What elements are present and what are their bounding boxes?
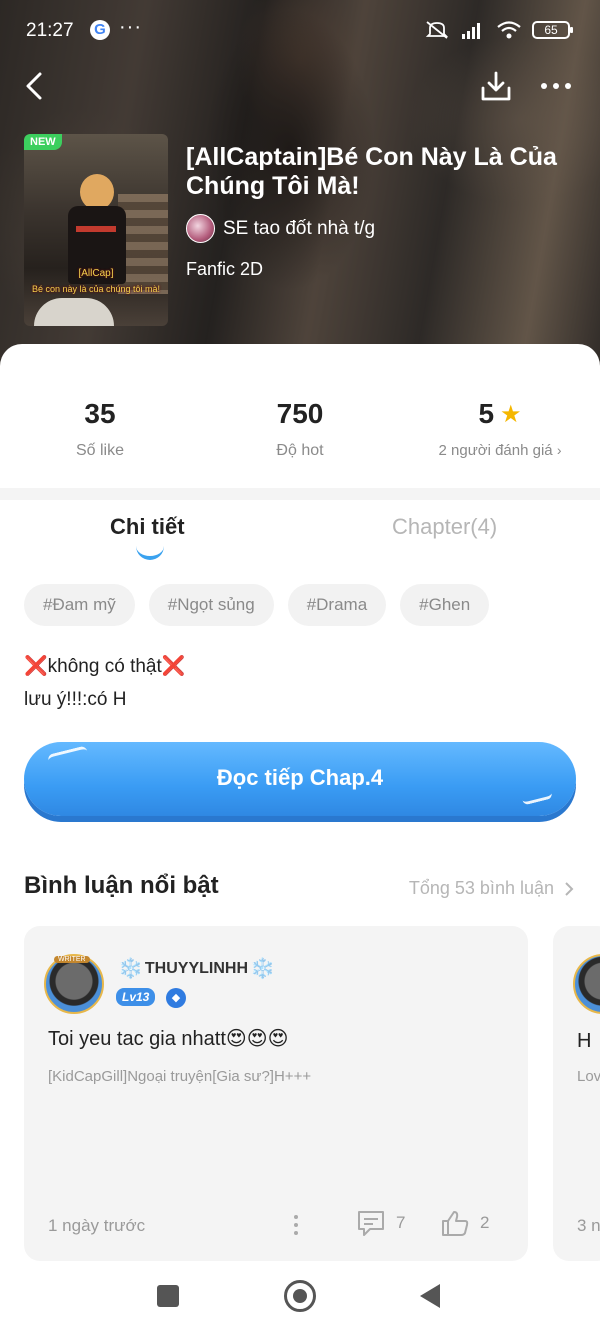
reply-button[interactable]: 7	[356, 1209, 405, 1237]
new-badge: NEW	[24, 134, 62, 150]
cover-sink	[34, 298, 114, 326]
stat-rating[interactable]: 5 ★ 2 người đánh giá ›	[400, 398, 600, 459]
stat-likes: 35 Số like	[0, 398, 200, 460]
download-icon[interactable]	[478, 68, 514, 104]
tab-indicator	[136, 546, 164, 560]
comment-reference-peek: Lov	[577, 1068, 600, 1085]
tab-bar: Chi tiết Chapter(4)	[0, 500, 600, 564]
stats-row: 35 Số like 750 Độ hot 5 ★ 2 người đánh g…	[0, 344, 600, 488]
cross-mark-icon: ❌	[24, 656, 48, 677]
mute-icon	[425, 21, 449, 39]
battery-icon: 65	[532, 21, 573, 39]
back-button[interactable]	[22, 68, 52, 104]
tag-ngot-sung[interactable]: #Ngọt sủng	[148, 584, 274, 626]
more-options-icon[interactable]	[536, 68, 576, 104]
cover-subtitle-text: Bé con này là của chúng tôi mà!	[31, 284, 161, 294]
rating-count-text: 2 người đánh giá	[438, 442, 553, 459]
book-cover[interactable]: [AllCap] Bé con này là của chúng tôi mà!…	[24, 134, 168, 326]
home-button[interactable]	[284, 1280, 316, 1312]
status-time: 21:27	[26, 20, 74, 41]
author-avatar	[186, 214, 215, 243]
tag-list: #Đam mỹ #Ngọt sủng #Drama #Ghen	[24, 584, 490, 626]
commenter-avatar	[573, 954, 600, 1014]
system-back-button[interactable]	[420, 1284, 440, 1308]
comment-more-icon[interactable]	[286, 1212, 306, 1238]
likes-count: 35	[84, 398, 116, 429]
like-button[interactable]: 2	[440, 1209, 489, 1237]
writer-tag: WRITER	[54, 956, 90, 963]
comment-time: 1 ngày trước	[48, 1216, 146, 1235]
continue-reading-button[interactable]: Đọc tiếp Chap.4	[24, 742, 576, 816]
snowflake-icon: ❄️	[118, 958, 143, 980]
all-comments-link[interactable]: Tổng 53 bình luận	[409, 878, 574, 899]
cross-mark-icon: ❌	[161, 656, 186, 677]
rating-value: 5 ★	[478, 398, 521, 430]
google-icon: G	[90, 20, 110, 40]
snowflake-icon: ❄️	[250, 958, 275, 980]
description-line-1: ❌không có thật❌	[24, 656, 186, 677]
rating-label: 2 người đánh giá ›	[400, 442, 600, 459]
rating-number: 5	[478, 398, 495, 429]
description: ❌không có thật❌ lưu ý!!!:có H	[24, 650, 185, 716]
section-divider	[0, 488, 600, 500]
like-count: 2	[480, 1213, 490, 1232]
status-bar: 21:27 G ··· 65	[0, 0, 600, 64]
cover-title-text: [AllCap]	[78, 268, 114, 279]
level-badge: Lv13	[116, 988, 156, 1006]
comment-reference[interactable]: [KidCapGill]Ngoại truyện[Gia sư?]H+++	[48, 1068, 311, 1085]
commenter-name[interactable]: ❄️ THUYYLINHH ❄️	[118, 956, 275, 981]
signal-icon	[462, 23, 480, 39]
author-link[interactable]: SE tao đốt nhà t/g	[186, 214, 375, 243]
top-bar	[0, 64, 600, 108]
wifi-icon	[497, 21, 521, 39]
shield-icon: ◆	[166, 988, 186, 1008]
book-title: [AllCaptain]Bé Con Này Là Của Chúng Tôi …	[186, 143, 557, 200]
hot-count: 750	[276, 398, 324, 429]
tag-dam-my[interactable]: #Đam mỹ	[24, 584, 135, 626]
reply-count: 7	[396, 1213, 406, 1232]
status-icons: 65	[424, 20, 573, 40]
tab-details[interactable]: Chi tiết	[110, 514, 185, 540]
tag-drama[interactable]: #Drama	[287, 584, 387, 626]
author-name: SE tao đốt nhà t/g	[223, 217, 376, 239]
comment-card-peek[interactable]: H Lov 3 n	[553, 926, 600, 1261]
featured-comments-title: Bình luận nổi bật	[24, 872, 219, 899]
commenter-avatar[interactable]: WRITER	[44, 954, 104, 1014]
comment-text-peek: H	[577, 1030, 592, 1052]
thumbs-up-icon	[442, 1211, 469, 1236]
comment-time-peek: 3 n	[577, 1216, 600, 1235]
stat-hot: 750 Độ hot	[200, 398, 400, 460]
star-icon: ★	[500, 400, 522, 428]
recent-apps-button[interactable]	[157, 1285, 179, 1307]
hot-label: Độ hot	[276, 442, 324, 459]
chevron-right-icon: ›	[556, 442, 562, 458]
tag-ghen[interactable]: #Ghen	[400, 584, 490, 626]
book-genre: Fanfic 2D	[186, 259, 264, 279]
comment-card[interactable]: WRITER ❄️ THUYYLINHH ❄️ Lv13 ◆ Toi yeu t…	[24, 926, 528, 1261]
comment-text: Toi yeu tac gia nhatt😍😍😍	[48, 1028, 289, 1050]
comments-total-text: Tổng 53 bình luận	[408, 878, 554, 898]
more-notifications-icon: ···	[119, 16, 142, 38]
comment-icon	[358, 1211, 384, 1236]
likes-label: Số like	[75, 442, 125, 459]
system-nav-bar	[0, 1262, 600, 1333]
description-line-2: lưu ý!!!:có H	[24, 689, 127, 710]
tab-chapters[interactable]: Chapter(4)	[392, 514, 497, 540]
chevron-right-icon	[565, 881, 574, 896]
detail-sheet: 35 Số like 750 Độ hot 5 ★ 2 người đánh g…	[0, 344, 600, 1333]
